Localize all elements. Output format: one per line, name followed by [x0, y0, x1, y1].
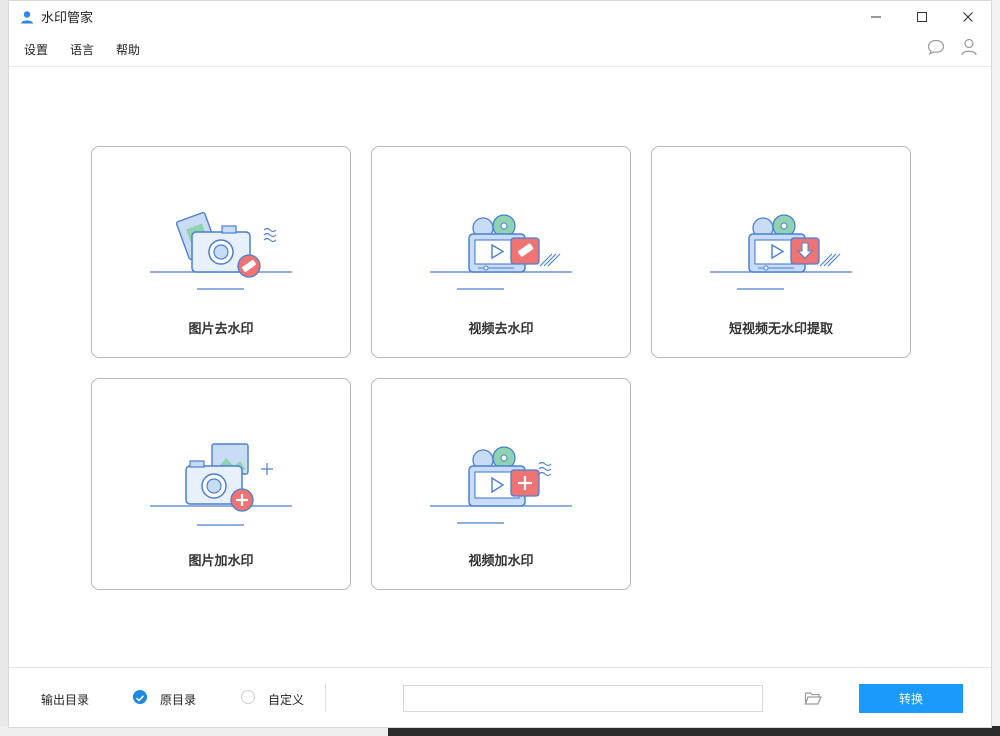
menu-help[interactable]: 帮助 [116, 41, 140, 58]
feature-grid: 图片去水印 视频去水印 短视频无水印提取 图片加水印 视频加水印 [9, 68, 991, 668]
card-label: 视频加水印 [468, 554, 534, 569]
card-video-add-watermark[interactable]: 视频加水印 [371, 378, 631, 590]
card-label: 图片加水印 [188, 554, 254, 569]
card-label: 短视频无水印提取 [728, 322, 833, 337]
close-button[interactable] [945, 1, 991, 32]
user-account-icon[interactable] [961, 38, 977, 60]
menu-settings[interactable]: 设置 [24, 41, 48, 58]
close-icon [963, 11, 973, 22]
camera-eraser-icon [150, 211, 292, 290]
radio-custom-directory-label: 自定义 [268, 693, 305, 707]
output-path-input[interactable] [403, 685, 763, 712]
chat-bubble-icon[interactable] [927, 39, 945, 59]
checkmark-icon [135, 695, 145, 702]
radio-original-directory-label: 原目录 [160, 693, 197, 707]
radio-custom-directory[interactable] [241, 690, 255, 704]
window-title: 水印管家 [41, 11, 94, 26]
card-image-add-watermark[interactable]: 图片加水印 [91, 378, 351, 590]
card-video-remove-watermark[interactable]: 视频去水印 [371, 146, 631, 358]
output-directory-label: 输出目录 [41, 693, 90, 707]
footer-bar: 输出目录 原目录 自定义 转换 [9, 667, 991, 727]
camera-add-icon [150, 443, 292, 526]
menu-bar: 设置 语言 帮助 [9, 32, 991, 67]
window-controls [853, 1, 991, 32]
menu-right-icons [927, 32, 977, 66]
divider [325, 684, 326, 712]
menu-language[interactable]: 语言 [70, 41, 94, 58]
card-label: 图片去水印 [188, 322, 254, 337]
app-window: 水印管家 设置 语言 帮助 图片去水印 视频去水印 短视频无水印提取 图片加水印… [8, 0, 992, 728]
video-download-icon [710, 214, 852, 290]
radio-original-directory[interactable] [133, 690, 147, 704]
minimize-button[interactable] [853, 1, 899, 32]
minimize-icon [871, 16, 881, 17]
convert-button[interactable]: 转换 [859, 684, 963, 713]
card-short-video-extract[interactable]: 短视频无水印提取 [651, 146, 911, 358]
user-icon [19, 9, 35, 25]
desktop-background-left [0, 0, 8, 736]
card-label: 视频去水印 [468, 322, 534, 337]
video-eraser-icon [430, 214, 572, 290]
card-image-remove-watermark[interactable]: 图片去水印 [91, 146, 351, 358]
title-bar[interactable]: 水印管家 [9, 1, 991, 32]
maximize-icon [917, 11, 927, 22]
video-add-icon [430, 446, 572, 524]
folder-open-icon[interactable] [803, 688, 823, 708]
maximize-button[interactable] [899, 1, 945, 32]
